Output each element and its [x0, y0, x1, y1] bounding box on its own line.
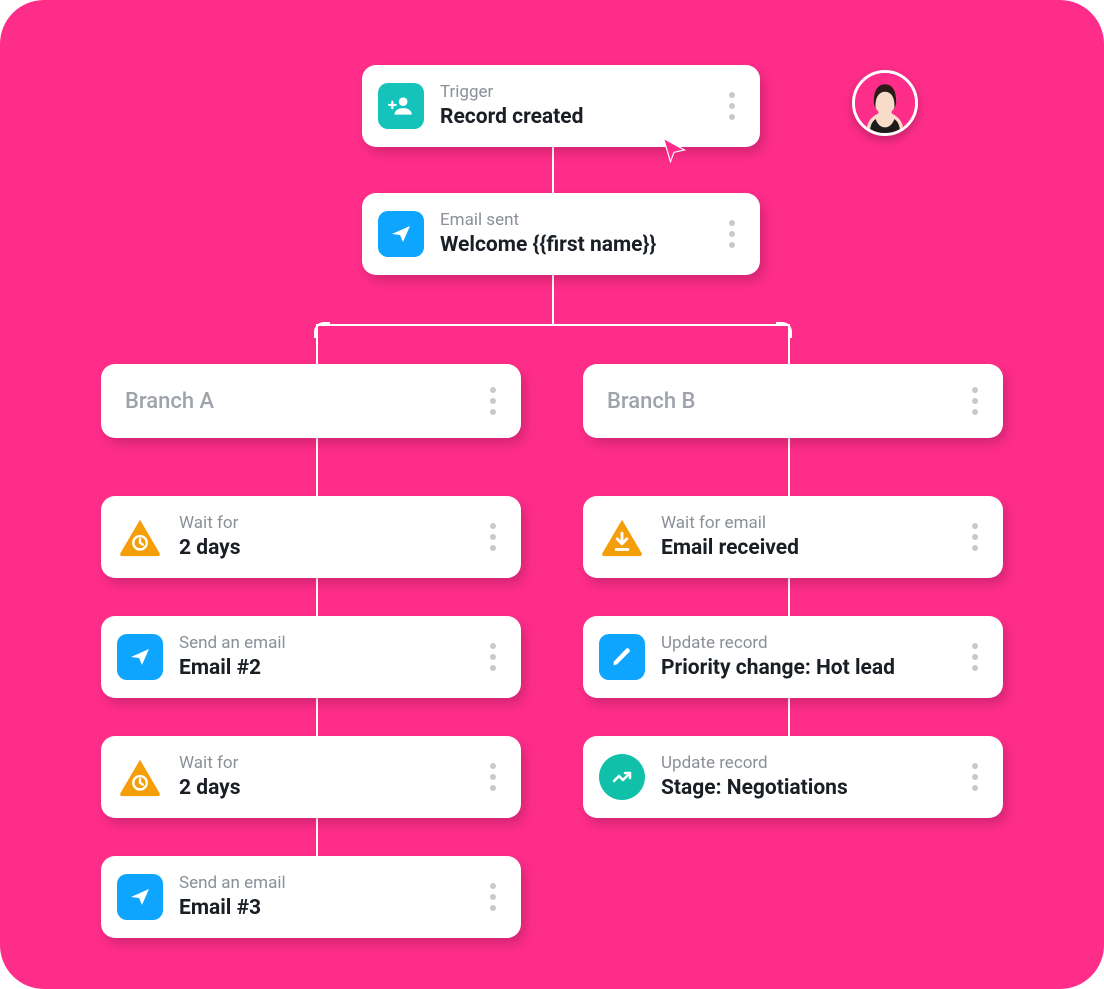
- node-eyebrow: Send an email: [179, 873, 465, 893]
- avatar: [852, 70, 918, 136]
- connector: [788, 698, 790, 736]
- more-button[interactable]: [481, 517, 505, 557]
- branch-label: Branch B: [599, 385, 703, 418]
- download-icon: [599, 514, 645, 560]
- connector: [316, 324, 788, 326]
- node-eyebrow: Wait for email: [661, 513, 947, 533]
- more-button[interactable]: [720, 214, 744, 254]
- clock-icon: [117, 514, 163, 560]
- node-title: Email received: [661, 535, 947, 561]
- node-eyebrow: Trigger: [440, 82, 704, 102]
- node-title: Welcome {{first name}}: [440, 232, 704, 258]
- node-update-b3[interactable]: Update record Stage: Negotiations: [583, 736, 1003, 818]
- node-title: Email #3: [179, 895, 465, 921]
- connector: [788, 438, 790, 496]
- node-eyebrow: Update record: [661, 633, 947, 653]
- more-button[interactable]: [963, 517, 987, 557]
- node-text: Wait for email Email received: [661, 513, 947, 562]
- node-text: Trigger Record created: [440, 82, 704, 131]
- connector: [316, 818, 318, 856]
- node-wait-a1[interactable]: Wait for 2 days: [101, 496, 521, 578]
- node-title: Email #2: [179, 655, 465, 681]
- node-title: 2 days: [179, 535, 465, 561]
- more-button[interactable]: [963, 381, 987, 421]
- node-branch-a[interactable]: Branch A: [101, 364, 521, 438]
- more-button[interactable]: [481, 757, 505, 797]
- node-branch-b[interactable]: Branch B: [583, 364, 1003, 438]
- node-eyebrow: Email sent: [440, 210, 704, 230]
- node-send-a2[interactable]: Send an email Email #2: [101, 616, 521, 698]
- connector: [552, 145, 554, 193]
- node-title: Record created: [440, 104, 704, 130]
- node-eyebrow: Wait for: [179, 753, 465, 773]
- send-icon: [117, 634, 163, 680]
- node-text: Send an email Email #3: [179, 873, 465, 922]
- connector: [788, 578, 790, 616]
- more-button[interactable]: [963, 637, 987, 677]
- node-eyebrow: Update record: [661, 753, 947, 773]
- node-text: Email sent Welcome {{first name}}: [440, 210, 704, 259]
- node-text: Update record Stage: Negotiations: [661, 753, 947, 802]
- clock-icon: [117, 754, 163, 800]
- pencil-icon: [599, 634, 645, 680]
- node-text: Wait for 2 days: [179, 753, 465, 802]
- node-update-b2[interactable]: Update record Priority change: Hot lead: [583, 616, 1003, 698]
- more-button[interactable]: [720, 86, 744, 126]
- node-eyebrow: Wait for: [179, 513, 465, 533]
- connector: [316, 438, 318, 496]
- node-trigger[interactable]: Trigger Record created: [362, 65, 760, 147]
- node-title: 2 days: [179, 775, 465, 801]
- more-button[interactable]: [481, 877, 505, 917]
- connector: [316, 578, 318, 616]
- user-add-icon: [378, 83, 424, 129]
- more-button[interactable]: [481, 637, 505, 677]
- branch-label: Branch A: [117, 385, 222, 418]
- node-send-a4[interactable]: Send an email Email #3: [101, 856, 521, 938]
- node-text: Update record Priority change: Hot lead: [661, 633, 947, 682]
- node-title: Priority change: Hot lead: [661, 655, 947, 681]
- send-icon: [117, 874, 163, 920]
- trend-icon: [599, 754, 645, 800]
- node-title: Stage: Negotiations: [661, 775, 947, 801]
- node-wait-b1[interactable]: Wait for email Email received: [583, 496, 1003, 578]
- more-button[interactable]: [481, 381, 505, 421]
- node-wait-a3[interactable]: Wait for 2 days: [101, 736, 521, 818]
- connector: [316, 698, 318, 736]
- workflow-canvas: Trigger Record created Email sent Welcom…: [0, 0, 1104, 989]
- send-icon: [378, 211, 424, 257]
- more-button[interactable]: [963, 757, 987, 797]
- node-text: Send an email Email #2: [179, 633, 465, 682]
- connector: [552, 275, 554, 325]
- node-eyebrow: Send an email: [179, 633, 465, 653]
- cursor-icon: [660, 136, 686, 162]
- node-text: Wait for 2 days: [179, 513, 465, 562]
- node-email-sent[interactable]: Email sent Welcome {{first name}}: [362, 193, 760, 275]
- connector-corner: [314, 322, 330, 338]
